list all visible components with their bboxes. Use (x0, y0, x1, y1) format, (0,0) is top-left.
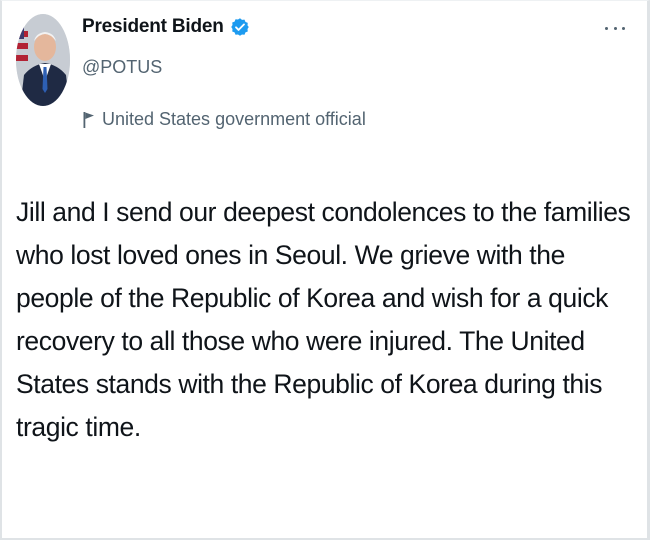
avatar-image (16, 14, 70, 106)
user-handle[interactable]: @POTUS (82, 57, 162, 78)
more-options-icon (605, 26, 608, 30)
flag-icon (82, 111, 96, 129)
display-name[interactable]: President Biden (82, 16, 224, 38)
verified-badge-icon (230, 17, 250, 37)
avatar[interactable] (14, 11, 72, 109)
affiliation-label: United States government official (82, 109, 366, 130)
tweet-card: President Biden @POTUS United States gov… (0, 0, 650, 540)
tweet-text: Jill and I send our deepest condolences … (16, 197, 631, 442)
more-options-button[interactable] (605, 23, 625, 33)
affiliation-text: United States government official (102, 109, 366, 129)
display-name-row[interactable]: President Biden (82, 14, 250, 40)
